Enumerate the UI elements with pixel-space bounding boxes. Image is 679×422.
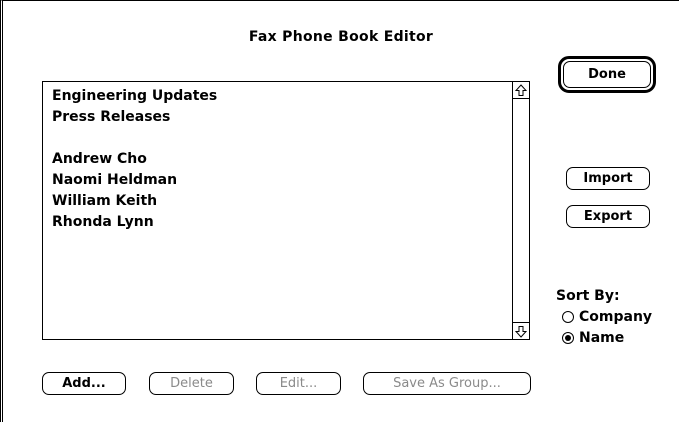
radio-checked-icon[interactable] bbox=[562, 332, 574, 344]
list-item[interactable]: William Keith bbox=[52, 191, 507, 212]
save-as-group-button[interactable]: Save As Group... bbox=[363, 372, 531, 395]
scroll-down-arrow-icon[interactable] bbox=[513, 322, 529, 339]
import-button[interactable]: Import bbox=[566, 167, 650, 190]
list-scrollbar[interactable] bbox=[512, 82, 529, 339]
dialog-title: Fax Phone Book Editor bbox=[248, 29, 434, 45]
sort-company-label: Company bbox=[579, 309, 653, 325]
sort-name-option[interactable]: Name bbox=[562, 329, 624, 347]
radio-unchecked-icon[interactable] bbox=[562, 311, 574, 323]
list-items: Engineering Updates Press Releases Andre… bbox=[52, 86, 507, 233]
list-item-spacer bbox=[52, 128, 507, 149]
done-button[interactable]: Done bbox=[563, 61, 651, 88]
list-item[interactable]: Press Releases bbox=[52, 107, 507, 128]
scroll-up-arrow-icon[interactable] bbox=[513, 82, 529, 99]
list-item[interactable]: Engineering Updates bbox=[52, 86, 507, 107]
fax-phone-book-dialog: Fax Phone Book Editor Engineering Update… bbox=[0, 0, 679, 422]
delete-button[interactable]: Delete bbox=[149, 372, 234, 395]
sort-by-label: Sort By: bbox=[556, 288, 620, 304]
phone-book-list[interactable]: Engineering Updates Press Releases Andre… bbox=[42, 81, 530, 340]
add-button[interactable]: Add... bbox=[42, 372, 126, 395]
sort-name-label: Name bbox=[579, 330, 625, 346]
edit-button[interactable]: Edit... bbox=[256, 372, 341, 395]
sort-company-option[interactable]: Company bbox=[562, 308, 652, 326]
list-item[interactable]: Andrew Cho bbox=[52, 149, 507, 170]
export-button[interactable]: Export bbox=[566, 205, 650, 228]
list-item[interactable]: Rhonda Lynn bbox=[52, 212, 507, 233]
list-item[interactable]: Naomi Heldman bbox=[52, 170, 507, 191]
